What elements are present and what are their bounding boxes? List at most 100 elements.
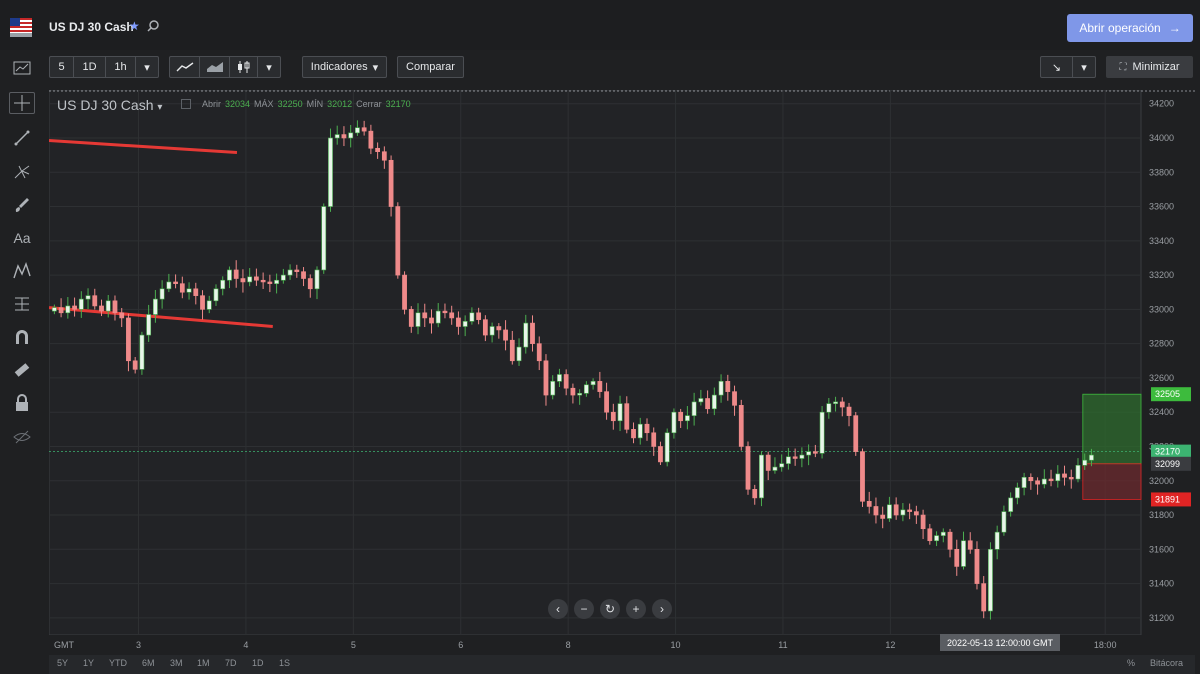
x-tick-label: GMT <box>54 640 74 650</box>
x-tick-label: 10 <box>671 640 681 650</box>
y-tick-label: 31600 <box>1149 544 1174 554</box>
x-tick-label: 12 <box>885 640 895 650</box>
open-label: Abrir <box>202 99 222 109</box>
reset-icon[interactable]: ↻ <box>600 599 620 619</box>
chart-type-caret-icon[interactable]: ▾ <box>258 57 280 77</box>
x-tick-label: 8 <box>566 640 571 650</box>
candle-body <box>563 374 569 389</box>
candle-body <box>516 346 522 362</box>
candle-body <box>610 411 616 422</box>
candle-body <box>664 432 670 463</box>
magnet-icon[interactable] <box>9 326 35 348</box>
fork-tool-icon[interactable] <box>9 160 35 182</box>
candle-body <box>1035 480 1040 485</box>
price-chart[interactable]: 34200 34000 33800 33600 33400 33200 33000 32800… <box>49 90 1195 655</box>
candle-body <box>334 134 340 139</box>
period-5[interactable]: 5 <box>50 57 74 77</box>
candle-body <box>132 360 138 370</box>
crosshair-tool-icon[interactable] <box>9 92 35 114</box>
range-ytd[interactable]: YTD <box>109 658 127 668</box>
lock-icon[interactable] <box>9 392 35 414</box>
period-1h[interactable]: 1h <box>106 57 136 77</box>
candle-body <box>402 274 407 310</box>
pattern-tool-icon[interactable] <box>9 260 35 282</box>
candle-body <box>907 509 913 512</box>
text-tool-icon[interactable]: Aa <box>9 227 35 249</box>
candle-body <box>658 446 663 463</box>
minimize-button[interactable]: ⛶ Minimizar <box>1106 56 1193 78</box>
candle-body <box>328 137 333 207</box>
drawing-mode-caret-icon[interactable]: ▾ <box>1073 57 1095 77</box>
zoom-out-icon[interactable]: − <box>574 599 594 619</box>
period-dropdown-caret-icon[interactable]: ▾ <box>136 57 158 77</box>
compare-button[interactable]: Comparar <box>397 56 464 78</box>
candle-body <box>1021 477 1027 488</box>
candle-body <box>1041 478 1047 485</box>
x-tick-label: 3 <box>136 640 141 650</box>
range-5y[interactable]: 5Y <box>57 658 68 668</box>
candle-body <box>759 454 764 499</box>
candle-body <box>543 360 549 396</box>
scroll-left-icon[interactable]: ‹ <box>548 599 568 619</box>
percent-scale-toggle[interactable]: % <box>1127 658 1135 668</box>
favorite-star-icon[interactable]: ★ <box>129 19 140 33</box>
candle-body <box>415 312 421 327</box>
candle-body <box>112 300 118 314</box>
candle-body <box>583 384 589 394</box>
eye-hidden-icon[interactable] <box>9 426 35 448</box>
candle-body <box>920 514 926 530</box>
range-1m[interactable]: 1M <box>197 658 210 668</box>
candle <box>664 428 670 467</box>
y-tick-label: 31800 <box>1149 510 1174 520</box>
candlestick-chart-svg[interactable]: 34200 34000 33800 33600 33400 33200 33000 32800… <box>49 90 1195 655</box>
candle-body <box>1068 477 1074 480</box>
indicators-button[interactable]: Indicadores ▾ <box>302 56 387 78</box>
log-scale-toggle[interactable]: Bitácora <box>1150 658 1183 668</box>
legend-checkbox[interactable] <box>181 99 191 109</box>
candle-body <box>341 134 347 139</box>
candle-body <box>314 269 320 290</box>
y-tick-label: 32400 <box>1149 407 1174 417</box>
candle-body <box>624 403 630 430</box>
measure-tool-icon[interactable] <box>9 293 35 315</box>
range-6m[interactable]: 6M <box>142 658 155 668</box>
drawing-mode-selector: ↘ ▾ <box>1040 56 1096 78</box>
candle-body <box>799 454 805 459</box>
candle-body <box>779 463 785 468</box>
candle-body <box>449 312 455 319</box>
candle-body <box>227 269 232 281</box>
candle-body <box>570 387 576 396</box>
period-1d[interactable]: 1D <box>74 57 106 77</box>
area-chart-icon[interactable] <box>200 57 230 77</box>
chart-legend-title[interactable]: US DJ 30 Cash ▾ <box>57 97 162 113</box>
candlestick-chart-icon[interactable] <box>230 57 258 77</box>
zoom-in-icon[interactable]: + <box>626 599 646 619</box>
chart-toggle-icon[interactable] <box>9 57 35 79</box>
candle-body <box>765 454 771 471</box>
candle-body <box>442 310 448 314</box>
range-1d[interactable]: 1D <box>252 658 264 668</box>
open-trade-button[interactable]: Abrir operación → <box>1067 14 1193 42</box>
range-1s[interactable]: 1S <box>279 658 290 668</box>
candle-body <box>913 511 919 516</box>
range-3m[interactable]: 3M <box>170 658 183 668</box>
candle-body <box>381 151 387 161</box>
brush-tool-icon[interactable] <box>9 194 35 216</box>
ruler-icon[interactable] <box>9 359 35 381</box>
candle-body <box>260 279 266 283</box>
arrow-down-right-icon[interactable]: ↘ <box>1041 57 1073 77</box>
candle-body <box>988 549 993 612</box>
candle <box>321 203 327 274</box>
range-7d[interactable]: 7D <box>225 658 237 668</box>
search-icon[interactable] <box>146 19 160 33</box>
minimize-label: Minimizar <box>1132 61 1180 73</box>
candle-body <box>139 334 145 370</box>
line-chart-icon[interactable] <box>170 57 200 77</box>
candle-body <box>536 343 542 362</box>
candle-body <box>476 312 482 320</box>
candle-body <box>274 279 279 284</box>
scroll-right-icon[interactable]: › <box>652 599 672 619</box>
candle-body <box>429 317 434 324</box>
trend-line-tool-icon[interactable] <box>9 127 35 149</box>
range-1y[interactable]: 1Y <box>83 658 94 668</box>
